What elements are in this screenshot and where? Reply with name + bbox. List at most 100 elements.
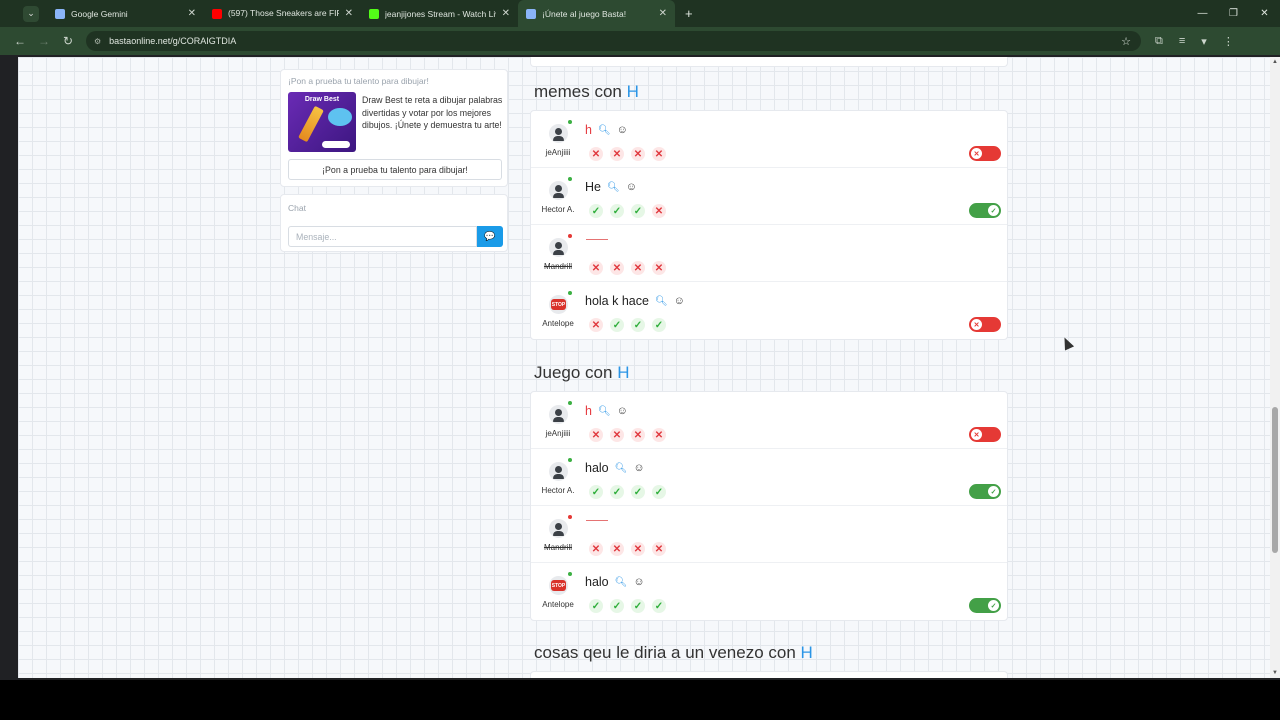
- answer: He 🔍︎ ☺: [585, 180, 637, 194]
- votes: ✕ ✕ ✕ ✕: [589, 261, 666, 275]
- media-controls-icon[interactable]: ≡: [1179, 35, 1185, 48]
- search-icon[interactable]: 🔍︎: [598, 406, 611, 417]
- search-icon[interactable]: 🔍︎: [655, 296, 668, 307]
- browser-tab[interactable]: (597) Those Sneakers are FIRE 🔥 ✕: [204, 0, 361, 27]
- minimize-icon[interactable]: —: [1187, 0, 1218, 27]
- react-emoji-icon[interactable]: ☺: [633, 462, 644, 474]
- page-viewport: ¡Pon a prueba tu talento para dibujar! D…: [18, 57, 1270, 678]
- vote-no-icon: ✕: [652, 428, 666, 442]
- profile-icon[interactable]: ▾: [1201, 35, 1207, 48]
- bookmark-star-icon[interactable]: ☆: [1121, 35, 1131, 48]
- tab-title: jeanjijones Stream - Watch Live: [385, 8, 496, 19]
- search-icon[interactable]: 🔍︎: [615, 463, 628, 474]
- new-tab-button[interactable]: +: [685, 6, 693, 21]
- category-letter: H: [617, 363, 630, 382]
- validity-toggle[interactable]: ✓: [969, 203, 1001, 218]
- back-icon[interactable]: ←: [8, 34, 32, 48]
- answer: hola k hace 🔍︎ ☺: [585, 294, 685, 308]
- address-bar[interactable]: ⚙ bastaonline.net/g/CORAIGTDIA ☆: [86, 31, 1141, 51]
- vote-yes-icon: ✓: [652, 599, 666, 613]
- send-message-icon[interactable]: 💬: [477, 226, 503, 247]
- react-emoji-icon[interactable]: ☺: [617, 124, 628, 136]
- forward-icon[interactable]: →: [32, 34, 56, 48]
- react-emoji-icon[interactable]: ☺: [626, 181, 637, 193]
- scroll-up-icon[interactable]: ▲: [1272, 59, 1278, 65]
- validity-toggle[interactable]: ✓: [969, 484, 1001, 499]
- site-info-icon[interactable]: ⚙: [94, 37, 101, 46]
- answer-row: STOP Antelope hola k hace 🔍︎ ☺ ✕ ✓ ✓ ✓ ✕: [531, 282, 1007, 339]
- vote-no-icon: ✕: [631, 542, 645, 556]
- vote-no-icon: ✕: [631, 147, 645, 161]
- user-body-icon: [553, 250, 564, 255]
- answer-row: Hector A. He 🔍︎ ☺ ✓ ✓ ✓ ✕ ✓: [531, 168, 1007, 225]
- reload-icon[interactable]: ↻: [56, 34, 80, 48]
- x-icon: ✕: [971, 148, 982, 159]
- answer-row: STOP Antelope halo 🔍︎ ☺ ✓ ✓ ✓ ✓ ✓: [531, 563, 1007, 620]
- browser-tab[interactable]: Google Gemini ✕: [47, 0, 204, 27]
- close-window-icon[interactable]: ✕: [1249, 0, 1280, 27]
- stop-sign-avatar: STOP: [549, 295, 568, 314]
- search-icon[interactable]: 🔍︎: [598, 125, 611, 136]
- vote-yes-icon: ✓: [610, 318, 624, 332]
- next-category-card: [530, 671, 1008, 678]
- promo-image-label: Draw Best: [304, 96, 340, 103]
- restore-icon[interactable]: ❐: [1218, 0, 1249, 27]
- answers-card: jeAnjiiii h 🔍︎ ☺ ✕ ✕ ✕ ✕ ✕ Hector A. He 🔍︎ ☺ ✓ ✓ ✓ ✕ ✓ Man…: [530, 110, 1008, 340]
- category-name: cosas qeu le diria a un venezo con: [534, 643, 801, 662]
- status-dot: [568, 572, 572, 576]
- window-controls: — ❐ ✕: [1187, 0, 1280, 27]
- user-head-icon: [555, 409, 562, 416]
- promo-button[interactable]: ¡Pon a prueba tu talento para dibujar!: [288, 159, 502, 180]
- search-icon[interactable]: 🔍︎: [615, 577, 628, 588]
- scrollbar-thumb[interactable]: [1272, 407, 1278, 553]
- user-body-icon: [553, 136, 564, 141]
- tab-favicon-icon: [526, 8, 536, 19]
- validity-toggle[interactable]: ✕: [969, 427, 1001, 442]
- x-icon: ✕: [971, 319, 982, 330]
- answer: h 🔍︎ ☺: [585, 404, 628, 418]
- category-title: cosas qeu le diria a un venezo con H: [534, 643, 813, 663]
- validity-toggle[interactable]: ✕: [969, 317, 1001, 332]
- tab-close-icon[interactable]: ✕: [188, 8, 196, 19]
- stop-sign-avatar: STOP: [549, 576, 568, 595]
- scroll-down-icon[interactable]: ▼: [1272, 670, 1278, 676]
- react-emoji-icon[interactable]: ☺: [617, 405, 628, 417]
- vote-yes-icon: ✓: [631, 204, 645, 218]
- check-icon: ✓: [988, 600, 999, 611]
- search-icon[interactable]: 🔍︎: [607, 182, 620, 193]
- extensions-icon[interactable]: ⧉: [1155, 35, 1163, 48]
- vote-no-icon: ✕: [610, 428, 624, 442]
- tab-search-icon[interactable]: ⌄: [23, 5, 39, 22]
- validity-toggle[interactable]: ✓: [969, 598, 1001, 613]
- menu-icon[interactable]: ⋮: [1223, 35, 1234, 48]
- votes: ✓ ✓ ✓ ✓: [589, 599, 666, 613]
- status-dot: [568, 515, 572, 519]
- answer-row: Mandrill ✕ ✕ ✕ ✕: [531, 225, 1007, 282]
- validity-toggle[interactable]: ✕: [969, 146, 1001, 161]
- user-head-icon: [555, 185, 562, 192]
- tab-close-icon[interactable]: ✕: [659, 8, 667, 19]
- tab-close-icon[interactable]: ✕: [502, 8, 510, 19]
- browser-tab[interactable]: jeanjijones Stream - Watch Live ✕: [361, 0, 518, 27]
- react-emoji-icon[interactable]: ☺: [633, 576, 644, 588]
- react-emoji-icon[interactable]: ☺: [674, 295, 685, 307]
- vote-no-icon: ✕: [589, 428, 603, 442]
- vote-no-icon: ✕: [652, 542, 666, 556]
- answer: halo 🔍︎ ☺: [585, 461, 645, 475]
- avatar: [549, 124, 568, 143]
- draw-best-image[interactable]: Draw Best: [288, 92, 356, 152]
- answer-text: h: [585, 123, 592, 137]
- chat-message-input[interactable]: Mensaje...: [288, 226, 477, 247]
- votes: ✓ ✓ ✓ ✓: [589, 485, 666, 499]
- vote-no-icon: ✕: [610, 147, 624, 161]
- user-head-icon: [555, 466, 562, 473]
- answer-text: He: [585, 180, 601, 194]
- page-scrollbar[interactable]: ▲ ▼: [1270, 57, 1280, 678]
- avatar: [549, 238, 568, 257]
- answer: h 🔍︎ ☺: [585, 123, 628, 137]
- browser-tab[interactable]: ¡Únete al juego Basta! ✕: [518, 0, 675, 27]
- category-letter: H: [800, 643, 813, 662]
- vote-yes-icon: ✓: [589, 204, 603, 218]
- tab-close-icon[interactable]: ✕: [345, 8, 353, 19]
- tab-strip: ⌄ Google Gemini ✕ (597) Those Sneakers are…: [0, 0, 1280, 27]
